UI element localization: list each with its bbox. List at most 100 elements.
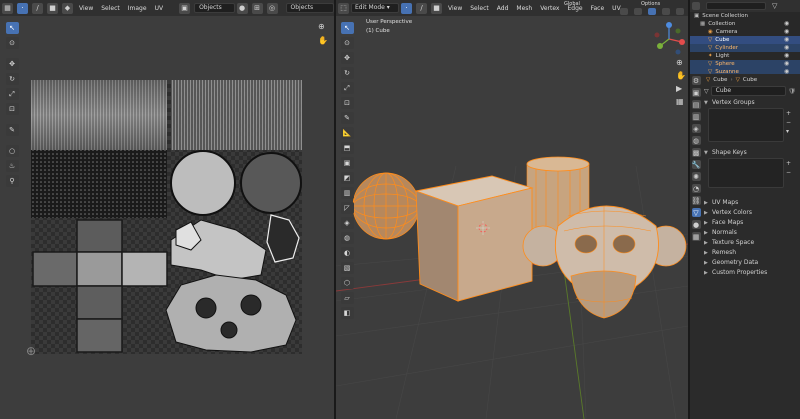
- material-tab-icon[interactable]: ●: [691, 220, 701, 229]
- fake-user-icon[interactable]: 🛡: [788, 88, 796, 95]
- orientation-dropdown[interactable]: Global: [560, 1, 584, 7]
- data-browse-icon[interactable]: ▽: [704, 88, 709, 95]
- view-layer-tab-icon[interactable]: ▥: [691, 112, 701, 121]
- add-vertex-group-icon[interactable]: +: [786, 110, 791, 117]
- remove-vertex-group-icon[interactable]: −: [786, 119, 791, 126]
- texture-tab-icon[interactable]: ▦: [691, 232, 701, 241]
- object-tab-icon[interactable]: ▩: [691, 148, 701, 157]
- vp-menu-select[interactable]: Select: [466, 5, 493, 12]
- outliner-scene-collection[interactable]: ▣ Scene Collection: [690, 12, 800, 20]
- uv-select-mode-edge-icon[interactable]: /: [32, 2, 43, 14]
- extrude-tool-icon[interactable]: ⬒: [340, 142, 354, 154]
- solid-shading-icon[interactable]: [648, 8, 656, 15]
- edge-slide-tool-icon[interactable]: ▧: [340, 262, 354, 274]
- panel-remesh[interactable]: ▶ Remesh: [704, 248, 796, 258]
- panel-custom-properties[interactable]: ▶ Custom Properties: [704, 268, 796, 278]
- panel-texture-space[interactable]: ▶ Texture Space: [704, 238, 796, 248]
- outliner-editor-icon[interactable]: [692, 2, 700, 10]
- editor-type-icon[interactable]: ▦: [2, 2, 13, 14]
- vp-cursor-tool-icon[interactable]: ⊙: [340, 37, 354, 49]
- vp-select-tool-icon[interactable]: ↖: [340, 22, 354, 34]
- shape-keys-list[interactable]: [708, 158, 784, 188]
- mesh-data-name-field[interactable]: Cube: [710, 86, 787, 96]
- xray-icon[interactable]: [634, 8, 642, 15]
- particles-tab-icon[interactable]: ✺: [691, 172, 701, 181]
- bevel-tool-icon[interactable]: ◩: [340, 172, 354, 184]
- snap-icon[interactable]: ⊞: [251, 2, 263, 14]
- vertex-groups-header[interactable]: ▼ Vertex Groups: [704, 98, 796, 108]
- proportional-icon[interactable]: ◎: [266, 2, 278, 14]
- sphere-mesh[interactable]: [352, 172, 420, 240]
- select-tool-icon[interactable]: ↖: [5, 22, 19, 34]
- image-name-field[interactable]: Objects: [194, 3, 235, 13]
- shrink-tool-icon[interactable]: ⬡: [340, 277, 354, 289]
- smooth-tool-icon[interactable]: ◐: [340, 247, 354, 259]
- poly-build-tool-icon[interactable]: ◈: [340, 217, 354, 229]
- edge-select-icon[interactable]: /: [416, 2, 427, 14]
- uv-select-mode-vertex-icon[interactable]: ·: [17, 2, 28, 14]
- modifier-tab-icon[interactable]: 🔧: [691, 160, 701, 169]
- eye-icon[interactable]: ◉: [784, 44, 796, 52]
- vp-rotate-tool-icon[interactable]: ↻: [340, 67, 354, 79]
- constraints-tab-icon[interactable]: ⛓: [691, 196, 701, 205]
- tool-tab-icon[interactable]: ⚙: [691, 76, 701, 85]
- panel-geometry-data[interactable]: ▶ Geometry Data: [704, 258, 796, 268]
- uv-select-mode-face-icon[interactable]: ■: [47, 2, 58, 14]
- render-tab-icon[interactable]: ▣: [691, 88, 701, 97]
- vp-move-tool-icon[interactable]: ✥: [340, 52, 354, 64]
- loop-cut-tool-icon[interactable]: ▥: [340, 187, 354, 199]
- transform-tool-icon[interactable]: ⊡: [5, 103, 19, 115]
- vp-menu-view[interactable]: View: [444, 5, 466, 12]
- panel-vertex-colors[interactable]: ▶ Vertex Colors: [704, 208, 796, 218]
- eye-icon[interactable]: ◉: [784, 60, 796, 68]
- specials-menu-icon[interactable]: ▾: [786, 128, 791, 135]
- vertex-select-icon[interactable]: ·: [401, 2, 412, 14]
- viewport-editor-type-icon[interactable]: ⬚: [338, 2, 349, 14]
- add-shape-key-icon[interactable]: +: [786, 160, 791, 167]
- physics-tab-icon[interactable]: ◔: [691, 184, 701, 193]
- panel-uv-maps[interactable]: ▶ UV Maps: [704, 198, 796, 208]
- relax-tool-icon[interactable]: ♨: [5, 160, 19, 172]
- navigation-gizmo[interactable]: [652, 22, 686, 56]
- eye-icon[interactable]: ◉: [784, 52, 796, 60]
- uv-menu-uv[interactable]: UV: [151, 5, 168, 12]
- uv-zoom-icon[interactable]: ⊕: [318, 22, 328, 32]
- vp-measure-tool-icon[interactable]: 📐: [340, 127, 354, 139]
- output-tab-icon[interactable]: ▤: [691, 100, 701, 109]
- filter-icon[interactable]: ▽: [772, 2, 777, 10]
- pinch-tool-icon[interactable]: ⚲: [5, 175, 19, 187]
- uv-menu-view[interactable]: View: [75, 5, 97, 12]
- image-browse-icon[interactable]: ▣: [179, 2, 191, 14]
- vp-ortho-icon[interactable]: ▦: [676, 97, 686, 106]
- mode-dropdown[interactable]: Edit Mode ▾: [351, 3, 399, 13]
- move-tool-icon[interactable]: ✥: [5, 58, 19, 70]
- vp-annotate-tool-icon[interactable]: ✎: [340, 112, 354, 124]
- panel-normals[interactable]: ▶ Normals: [704, 228, 796, 238]
- cursor-tool-icon[interactable]: ⊙: [5, 37, 19, 49]
- vp-transform-tool-icon[interactable]: ⊡: [340, 97, 354, 109]
- render-shading-icon[interactable]: [676, 8, 684, 15]
- eye-icon[interactable]: ◉: [784, 36, 796, 44]
- scale-tool-icon[interactable]: ⤢: [5, 88, 19, 100]
- material-shading-icon[interactable]: [662, 8, 670, 15]
- rip-tool-icon[interactable]: ◧: [340, 307, 354, 319]
- inset-tool-icon[interactable]: ▣: [340, 157, 354, 169]
- vp-pan-icon[interactable]: ✋: [676, 71, 686, 80]
- grab-tool-icon[interactable]: ○: [5, 145, 19, 157]
- pin-icon[interactable]: ●: [236, 2, 248, 14]
- shape-keys-header[interactable]: ▼ Shape Keys: [704, 148, 796, 158]
- vp-zoom-icon[interactable]: ⊕: [676, 58, 686, 67]
- scene-tab-icon[interactable]: ◈: [691, 124, 701, 133]
- overlay-icon[interactable]: [620, 8, 628, 15]
- panel-face-maps[interactable]: ▶ Face Maps: [704, 218, 796, 228]
- cube-mesh[interactable]: [414, 175, 534, 302]
- vp-menu-add[interactable]: Add: [493, 5, 513, 12]
- outliner-search-field[interactable]: [706, 2, 766, 10]
- vp-scale-tool-icon[interactable]: ⤢: [340, 82, 354, 94]
- uv-select-mode-island-icon[interactable]: ◆: [62, 2, 73, 14]
- options-dropdown[interactable]: Options: [637, 1, 664, 7]
- spin-tool-icon[interactable]: ◍: [340, 232, 354, 244]
- vp-menu-mesh[interactable]: Mesh: [512, 5, 536, 12]
- uv-menu-select[interactable]: Select: [97, 5, 124, 12]
- vertex-groups-list[interactable]: [708, 108, 784, 142]
